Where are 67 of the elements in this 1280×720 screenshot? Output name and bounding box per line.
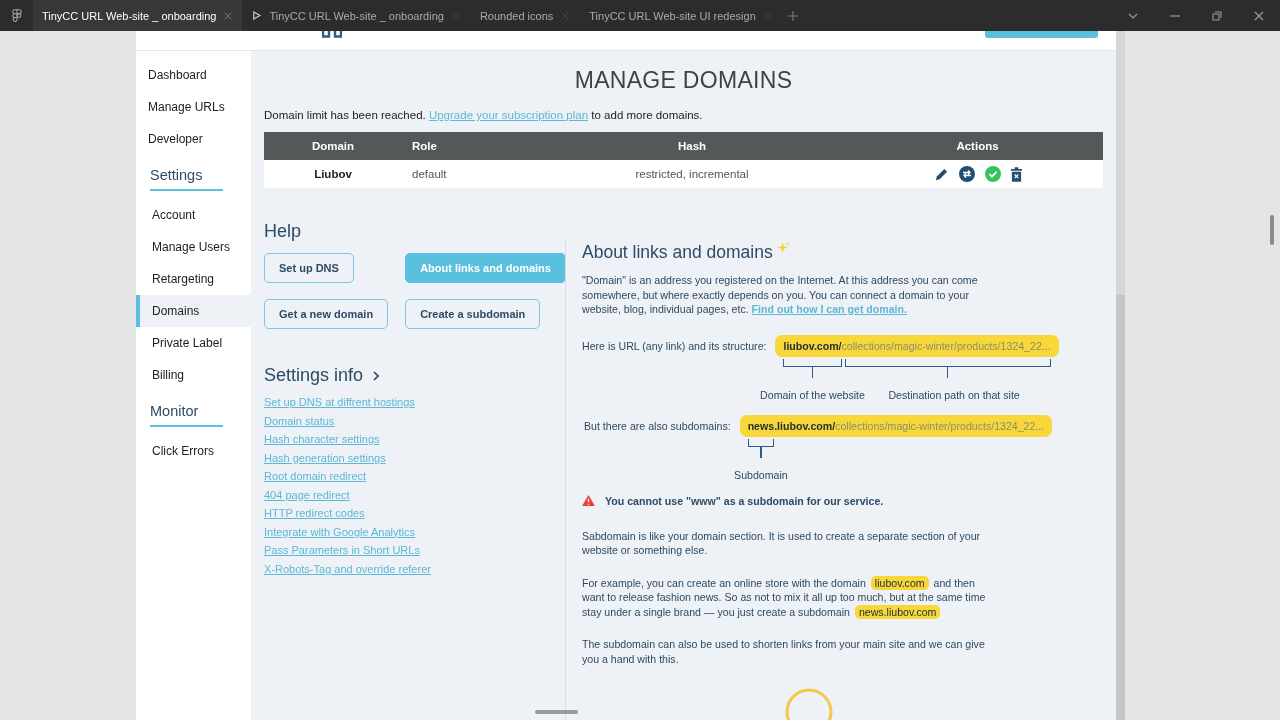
url-label: Here is URL (any link) and its structure: bbox=[582, 339, 767, 352]
close-icon[interactable] bbox=[1254, 10, 1264, 21]
page-title: MANAGE DOMAINS bbox=[573, 67, 794, 94]
column-header: Hash bbox=[677, 140, 707, 152]
restore-icon[interactable] bbox=[1212, 10, 1222, 21]
bracket-caption: Domain of the website bbox=[760, 388, 865, 401]
file-tab[interactable]: TinyCC URL Web-site _ onboarding bbox=[33, 0, 243, 31]
sidebar-section-title: Monitor bbox=[150, 403, 223, 427]
figma-logo-icon[interactable] bbox=[12, 8, 22, 23]
sparkle-icon bbox=[776, 242, 790, 255]
sidebar-item[interactable]: Click Errors bbox=[136, 435, 251, 467]
body-paragraph: For example, you can create an online store with the domain liubov.com and then want to release fashion news. So as not to mix it all up too much, but at the same time stay under a single brand — you just create a subdomain news.liubov.com bbox=[582, 575, 987, 619]
table-cell-text: default bbox=[411, 168, 447, 180]
sidebar-item[interactable]: Domains bbox=[136, 295, 251, 327]
url-subdomain: news bbox=[739, 414, 775, 437]
minimize-icon[interactable] bbox=[1170, 14, 1180, 17]
url-domain: .liubov.com/ bbox=[774, 414, 836, 437]
url-path: collections/magic-winter/products/1324_22... bbox=[841, 334, 1059, 357]
close-icon[interactable] bbox=[224, 11, 233, 20]
file-tab[interactable]: TinyCC URL Web-site UI redesign bbox=[579, 0, 782, 31]
sidebar-item[interactable]: Billing bbox=[136, 359, 251, 391]
bracket-caption: Subdomain bbox=[734, 468, 788, 481]
logo-icon bbox=[322, 31, 342, 38]
chevron-right-icon[interactable] bbox=[373, 370, 380, 381]
settings-info-heading[interactable]: Settings info bbox=[264, 365, 364, 386]
sidebar-item[interactable]: Account bbox=[136, 199, 251, 231]
notice-text: Domain limit has been reached. Upgrade your subscription plan to add more domains. bbox=[264, 109, 704, 121]
column-header: Domain bbox=[311, 140, 355, 152]
body-paragraph: The subdomain can also be used to shorten links from your main site and we can give you a hand with this. bbox=[582, 637, 986, 666]
help-button[interactable]: Set up DNS bbox=[264, 253, 354, 283]
about-heading: About links and domains bbox=[582, 242, 773, 263]
sidebar-item[interactable]: Manage Users bbox=[136, 231, 251, 263]
body-paragraph: Sabdomain is like your domain section. It is used to create a separate section of your website or something else. bbox=[582, 528, 982, 558]
trash-icon[interactable] bbox=[1010, 166, 1022, 182]
scrollbar-thumb[interactable] bbox=[535, 710, 578, 714]
pencil-icon[interactable] bbox=[933, 166, 949, 182]
sidebar-item[interactable]: Developer bbox=[136, 123, 251, 155]
url-path: collections/magic-winter/products/1324_22... bbox=[835, 414, 1053, 437]
help-heading: Help bbox=[264, 221, 302, 242]
table-cell: restricted, incremental bbox=[635, 168, 749, 180]
scrollbar-thumb[interactable] bbox=[1116, 31, 1125, 295]
warning-icon bbox=[582, 495, 595, 506]
chevron-down-icon[interactable] bbox=[1128, 12, 1138, 19]
sidebar-item[interactable]: Retargeting bbox=[136, 263, 251, 295]
scrollbar-thumb[interactable] bbox=[1270, 215, 1274, 245]
help-button[interactable]: Get a new domain bbox=[264, 299, 389, 329]
intro-paragraph: "Domain" is an address you registered on the Internet. At this address you can come somewhere, but where exactly depends on you. You can connect a domain to your website, blog, individual pages, etc. Find out how I can get domain. bbox=[582, 273, 979, 317]
url-label: But there are also subdomains: bbox=[584, 419, 731, 432]
file-tab[interactable]: TinyCC URL Web-site _ onboarding bbox=[242, 0, 470, 31]
check-icon[interactable] bbox=[984, 166, 1001, 182]
bracket-drawing bbox=[783, 358, 842, 379]
table-cell: Liubov bbox=[314, 168, 352, 180]
sidebar-section-title: Settings bbox=[150, 167, 223, 191]
bracket-caption: Destination path on that site bbox=[888, 388, 1020, 401]
bracket-drawing bbox=[747, 438, 775, 459]
url-domain: liubov.com/ bbox=[775, 334, 842, 357]
sidebar-item[interactable]: Manage URLs bbox=[136, 91, 251, 123]
column-header: Role bbox=[411, 140, 437, 152]
swap-icon[interactable] bbox=[958, 166, 975, 182]
plus-icon[interactable] bbox=[787, 10, 798, 21]
help-button[interactable]: Create a subdomain bbox=[405, 299, 541, 329]
play-icon bbox=[252, 11, 262, 20]
column-header: Actions bbox=[956, 140, 999, 152]
warning-text: You cannot use "www" as a subdomain for our service. bbox=[605, 494, 884, 507]
file-tab[interactable]: Rounded icons bbox=[469, 0, 580, 31]
sidebar-item[interactable]: Dashboard bbox=[136, 59, 251, 91]
sidebar-item[interactable]: Private Label bbox=[136, 327, 251, 359]
